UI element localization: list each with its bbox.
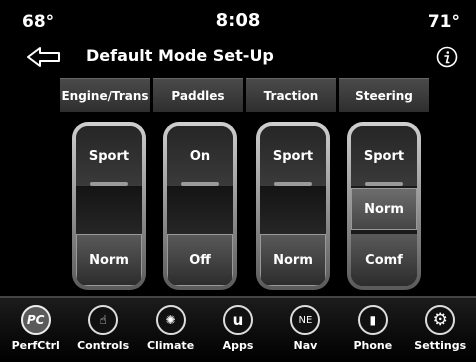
gear-icon: ⚙: [425, 305, 456, 335]
switch-track: Sport Norm Comf: [351, 126, 417, 286]
steering-sport-option[interactable]: Sport: [351, 126, 417, 186]
nav-label: Controls: [77, 339, 130, 352]
climate-fan-icon: ✺: [155, 305, 186, 335]
switch-track: On Off: [167, 126, 233, 286]
status-bar: 68° 8:08 71°: [0, 0, 476, 40]
passenger-temperature[interactable]: 71°: [428, 12, 460, 32]
tab-engine-trans[interactable]: Engine/Trans: [60, 78, 150, 112]
switch-notch: [181, 182, 219, 186]
paddles-on-option[interactable]: On: [167, 126, 233, 186]
switch-track: Sport Norm: [76, 126, 142, 286]
steering-comf-option[interactable]: Comf: [351, 234, 417, 286]
clock: 8:08: [215, 10, 261, 31]
nav-nav[interactable]: NE Nav: [275, 298, 335, 352]
steering-norm-option[interactable]: Norm: [351, 188, 417, 230]
switch-gap: [167, 186, 233, 234]
engine-trans-switch[interactable]: Sport Norm: [72, 122, 146, 290]
nav-label: PerfCtrl: [11, 339, 60, 352]
paddles-off-option[interactable]: Off: [167, 234, 233, 286]
steering-switch[interactable]: Sport Norm Comf: [347, 122, 421, 290]
traction-switch[interactable]: Sport Norm: [256, 122, 330, 290]
nav-label: Climate: [146, 339, 195, 352]
switch-gap: [260, 186, 326, 234]
switch-notch: [365, 182, 403, 186]
nav-label: Settings: [414, 339, 467, 352]
back-arrow-icon[interactable]: [26, 45, 62, 69]
bottom-nav-bar: PC PerfCtrl ☝ Controls ✺ Climate u Apps …: [0, 296, 476, 362]
switch-track: Sport Norm: [260, 126, 326, 286]
nav-label: Nav: [293, 339, 318, 352]
mode-tabs: Engine/Trans Paddles Traction Steering: [60, 78, 430, 112]
title-bar: Default Mode Set-Up: [0, 40, 476, 74]
nav-apps[interactable]: u Apps: [208, 298, 268, 352]
perf-control-icon: PC: [20, 305, 51, 335]
hand-controls-icon: ☝: [88, 305, 119, 335]
switch-notch: [274, 182, 312, 186]
switch-gap: [76, 186, 142, 234]
switch-notch: [90, 182, 128, 186]
engine-trans-sport-option[interactable]: Sport: [76, 126, 142, 186]
traction-sport-option[interactable]: Sport: [260, 126, 326, 186]
page-title: Default Mode Set-Up: [86, 46, 274, 65]
compass-nav-icon: NE: [290, 305, 321, 335]
paddles-switch[interactable]: On Off: [163, 122, 237, 290]
tab-steering[interactable]: Steering: [339, 78, 429, 112]
nav-phone[interactable]: ▮ Phone: [343, 298, 403, 352]
nav-perfctrl[interactable]: PC PerfCtrl: [6, 298, 66, 352]
engine-trans-norm-option[interactable]: Norm: [76, 234, 142, 286]
info-icon[interactable]: [436, 46, 458, 68]
apps-u-icon: u: [222, 305, 253, 335]
tab-paddles[interactable]: Paddles: [153, 78, 243, 112]
nav-climate[interactable]: ✺ Climate: [141, 298, 201, 352]
nav-label: Apps: [222, 339, 254, 352]
tab-traction[interactable]: Traction: [246, 78, 336, 112]
phone-signal-icon: ▮: [357, 305, 388, 335]
nav-settings[interactable]: ⚙ Settings: [410, 298, 470, 352]
nav-label: Phone: [353, 339, 393, 352]
nav-controls[interactable]: ☝ Controls: [73, 298, 133, 352]
traction-norm-option[interactable]: Norm: [260, 234, 326, 286]
